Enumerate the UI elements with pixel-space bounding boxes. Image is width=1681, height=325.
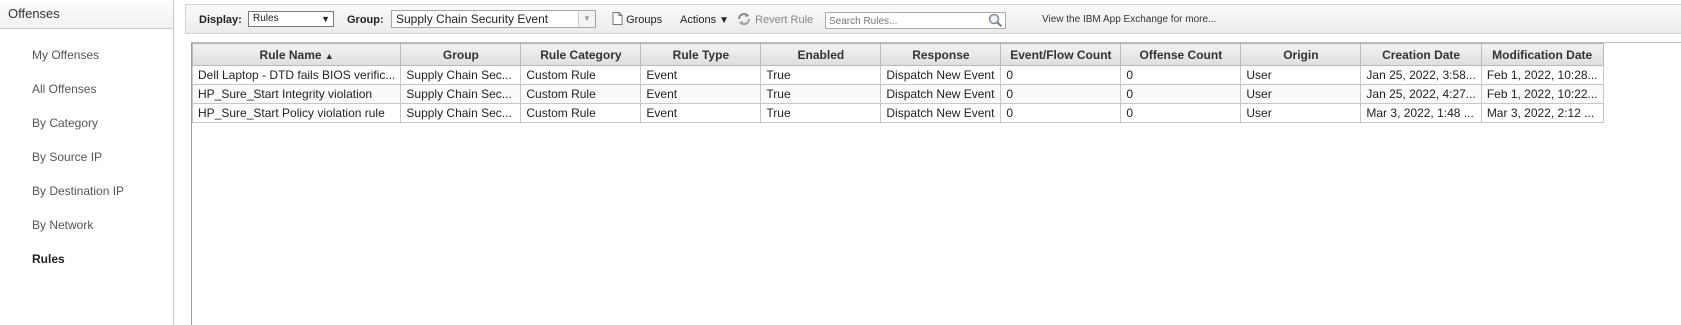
cell-response: Dispatch New Event [880, 65, 1002, 85]
cell-group: Supply Chain Sec... [400, 103, 522, 123]
column-header-response[interactable]: Response [880, 43, 1002, 66]
groups-button-label: Groups [626, 14, 663, 26]
sidebar-item-by-source-ip[interactable]: By Source IP [32, 150, 102, 164]
group-combobox[interactable]: Supply Chain Security Event ▼ [391, 10, 596, 28]
cell-event-flow-count: 0 [1000, 65, 1122, 85]
cell-origin: User [1240, 103, 1362, 123]
column-header-rule-name[interactable]: Rule Name ▲ [191, 43, 402, 66]
cell-rule-type: Event [640, 84, 762, 104]
column-header-modification-date[interactable]: Modification Date [1480, 43, 1604, 66]
cell-offense-count: 0 [1120, 84, 1242, 104]
revert-icon [738, 13, 750, 25]
cell-response: Dispatch New Event [880, 84, 1002, 104]
display-label: Display: [199, 14, 242, 26]
cell-rule-name: Dell Laptop - DTD fails BIOS verific... [191, 65, 402, 85]
cell-rule-name: HP_Sure_Start Policy violation rule [191, 103, 402, 123]
table-row[interactable]: HP_Sure_Start Integrity violation Supply… [191, 84, 1604, 104]
offenses-sidebar: Offenses My Offenses All Offenses By Cat… [0, 0, 174, 325]
column-header-event-flow-count[interactable]: Event/Flow Count [1000, 43, 1122, 66]
table-row[interactable]: HP_Sure_Start Policy violation rule Supp… [191, 103, 1604, 123]
cell-rule-category: Custom Rule [520, 65, 642, 85]
revert-rule-button[interactable]: Revert Rule [736, 5, 813, 35]
cell-offense-count: 0 [1120, 103, 1242, 123]
app-exchange-link[interactable]: View the IBM App Exchange for more... [1042, 5, 1216, 35]
cell-event-flow-count: 0 [1000, 103, 1122, 123]
group-combobox-value: Supply Chain Security Event [396, 12, 549, 26]
caret-down-icon: ▼ [719, 15, 730, 26]
sidebar-title: Offenses [0, 0, 173, 29]
display-select[interactable]: Rules ▼ [248, 11, 334, 27]
cell-creation-date: Jan 25, 2022, 4:27... [1360, 84, 1482, 104]
cell-modification-date: Mar 3, 2022, 2:12 ... [1480, 103, 1604, 123]
sidebar-item-by-network[interactable]: By Network [32, 218, 93, 232]
actions-button-label: Actions [680, 14, 717, 26]
cell-rule-type: Event [640, 65, 762, 85]
table-row[interactable]: Dell Laptop - DTD fails BIOS verific... … [191, 65, 1604, 85]
sort-ascending-icon: ▲ [324, 50, 334, 61]
cell-enabled: True [760, 103, 882, 123]
cell-origin: User [1240, 84, 1362, 104]
sidebar-item-by-destination-ip[interactable]: By Destination IP [32, 184, 124, 198]
column-header-rule-type[interactable]: Rule Type [640, 43, 762, 66]
cell-modification-date: Feb 1, 2022, 10:22... [1480, 84, 1604, 104]
chevron-down-icon: ▼ [321, 14, 330, 24]
search-icon[interactable] [987, 13, 1003, 28]
search-rules-field[interactable] [825, 12, 1006, 29]
cell-rule-category: Custom Rule [520, 103, 642, 123]
group-label: Group: [347, 14, 384, 26]
column-header-origin[interactable]: Origin [1240, 43, 1362, 66]
rules-grid: Rule Name ▲ Group Rule Category Rule Typ… [191, 42, 1681, 325]
rules-toolbar: Display: Rules ▼ Group: Supply Chain Sec… [185, 4, 1681, 34]
cell-enabled: True [760, 84, 882, 104]
column-header-offense-count[interactable]: Offense Count [1120, 43, 1242, 66]
actions-menu-button[interactable]: Actions ▼ [680, 5, 729, 35]
rules-table: Rule Name ▲ Group Rule Category Rule Typ… [191, 43, 1604, 123]
cell-enabled: True [760, 65, 882, 85]
table-header-row: Rule Name ▲ Group Rule Category Rule Typ… [191, 43, 1604, 66]
column-header-rule-category[interactable]: Rule Category [520, 43, 642, 66]
chevron-down-icon[interactable]: ▼ [578, 11, 595, 27]
revert-rule-label: Revert Rule [755, 14, 814, 26]
cell-creation-date: Mar 3, 2022, 1:48 ... [1360, 103, 1482, 123]
sidebar-item-by-category[interactable]: By Category [32, 116, 98, 130]
cell-offense-count: 0 [1120, 65, 1242, 85]
cell-origin: User [1240, 65, 1362, 85]
display-select-value: Rules [253, 13, 279, 24]
cell-rule-category: Custom Rule [520, 84, 642, 104]
cell-group: Supply Chain Sec... [400, 84, 522, 104]
column-header-enabled[interactable]: Enabled [760, 43, 882, 66]
search-rules-input[interactable] [826, 14, 972, 29]
sidebar-item-rules[interactable]: Rules [32, 252, 65, 266]
cell-response: Dispatch New Event [880, 103, 1002, 123]
groups-button[interactable]: Groups [612, 5, 662, 35]
document-icon [612, 12, 623, 25]
cell-rule-type: Event [640, 103, 762, 123]
sidebar-item-my-offenses[interactable]: My Offenses [32, 48, 99, 62]
column-header-group[interactable]: Group [400, 43, 522, 66]
cell-rule-name: HP_Sure_Start Integrity violation [191, 84, 402, 104]
cell-group: Supply Chain Sec... [400, 65, 522, 85]
sidebar-item-all-offenses[interactable]: All Offenses [32, 82, 96, 96]
column-header-creation-date[interactable]: Creation Date [1360, 43, 1482, 66]
cell-modification-date: Feb 1, 2022, 10:28... [1480, 65, 1604, 85]
cell-creation-date: Jan 25, 2022, 3:58... [1360, 65, 1482, 85]
cell-event-flow-count: 0 [1000, 84, 1122, 104]
